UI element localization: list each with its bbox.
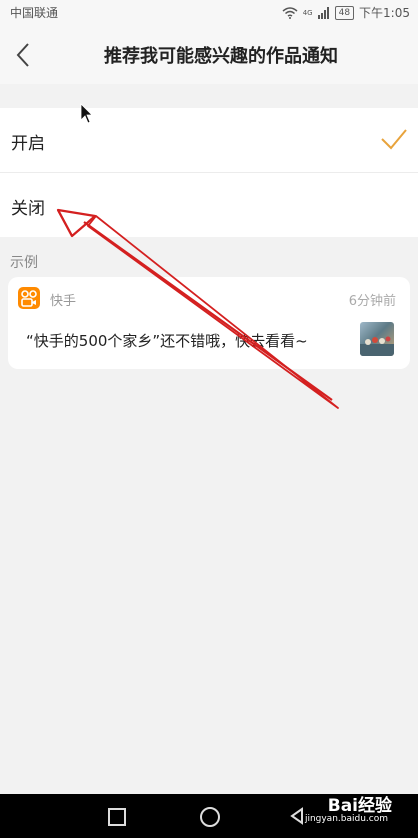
watermark-site: jingyan.baidu.com — [304, 814, 388, 824]
option-off[interactable]: 关闭 — [0, 173, 418, 237]
app-name: 快手 — [50, 294, 77, 309]
signal-icon — [317, 6, 329, 19]
back-triangle-icon[interactable] — [290, 807, 304, 825]
page-title: 推荐我可能感兴趣的作品通知 — [104, 46, 338, 67]
clock: 下午1:05 — [359, 6, 410, 20]
watermark-brand: Bai经验 — [327, 796, 392, 816]
option-on[interactable]: 开启 — [0, 108, 418, 173]
notification-example-card: 快手 6分钟前 “快手的500个家乡”还不错哦，快去看看~ — [8, 277, 410, 369]
home-icon[interactable] — [200, 807, 220, 827]
thumbnail-image — [360, 322, 394, 356]
status-icons: 4G 48 下午1:05 — [282, 4, 410, 21]
battery-indicator: 48 — [334, 5, 355, 20]
options-list: 开启 关闭 — [0, 108, 418, 237]
notification-message: “快手的500个家乡”还不错哦，快去看看~ — [26, 332, 308, 350]
option-on-label: 开启 — [11, 134, 45, 154]
recents-icon[interactable] — [108, 808, 126, 826]
notification-time: 6分钟前 — [348, 294, 396, 309]
wifi-icon — [282, 6, 298, 19]
network-type: 4G — [302, 8, 313, 17]
checkmark-icon — [381, 129, 407, 150]
section-label-example: 示例 — [10, 255, 38, 271]
app-bar: 推荐我可能感兴趣的作品通知 — [0, 24, 418, 84]
kuaishou-app-icon — [18, 287, 40, 309]
carrier-label: 中国联通 — [10, 6, 59, 20]
status-bar: 中国联通 4G 48 下午1:05 — [0, 0, 418, 24]
option-off-label: 关闭 — [11, 199, 45, 219]
